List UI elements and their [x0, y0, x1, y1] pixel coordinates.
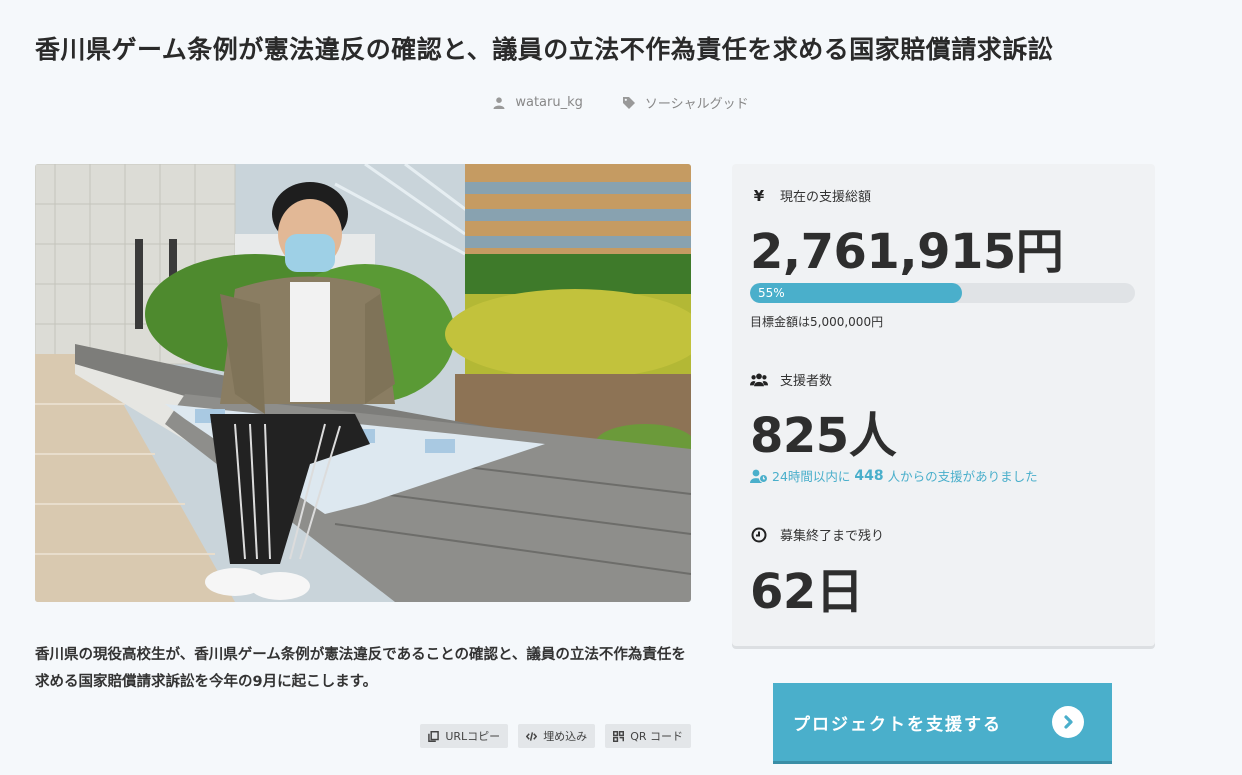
qr-label: QR コード: [630, 730, 683, 743]
supporters-label-row: 支援者数: [750, 370, 832, 389]
code-icon: [526, 731, 538, 741]
recent-count: 448: [854, 467, 884, 484]
chevron-right-circle-icon: [1052, 706, 1084, 738]
project-meta: wataru_kg ソーシャルグッド: [0, 93, 1242, 112]
support-button-label: プロジェクトを支援する: [793, 714, 1002, 735]
funding-progress-bar: 55%: [750, 283, 1135, 303]
user-icon: [493, 96, 505, 109]
recent-suffix: 人からの支援がありました: [887, 469, 1038, 484]
supporters-label: 支援者数: [780, 374, 833, 389]
url-copy-label: URLコピー: [445, 730, 501, 743]
progress-fill: 55%: [750, 283, 962, 303]
embed-label: 埋め込み: [543, 730, 588, 743]
remaining-value: 62日: [750, 564, 864, 620]
user-clock-icon: [750, 469, 768, 483]
support-project-button[interactable]: プロジェクトを支援する: [773, 683, 1112, 761]
category-link[interactable]: ソーシャルグッド: [622, 93, 749, 112]
category-name: ソーシャルグッド: [644, 97, 749, 112]
recent-supporters: 24時間以内に 448 人からの支援がありました: [750, 466, 1038, 485]
users-icon: [750, 371, 768, 389]
recent-prefix: 24時間以内に: [772, 469, 851, 484]
project-photo: [35, 164, 691, 602]
remaining-label: 募集終了まで残り: [780, 529, 885, 544]
supporters-value: 825人: [750, 408, 897, 464]
goal-amount: 目標金額は5,000,000円: [750, 315, 884, 329]
share-buttons: URLコピー 埋め込み QR コード: [420, 724, 691, 748]
embed-button[interactable]: 埋め込み: [518, 724, 596, 748]
qr-code-button[interactable]: QR コード: [605, 724, 691, 748]
project-title: 香川県ゲーム条例が憲法違反の確認と、議員の立法不作為責任を求める国家賠償請求訴訟: [35, 35, 1054, 64]
tag-icon: [622, 96, 635, 109]
author-name: wataru_kg: [515, 95, 583, 110]
project-image: [35, 164, 691, 602]
url-copy-button[interactable]: URLコピー: [420, 724, 509, 748]
remaining-label-row: 募集終了まで残り: [750, 525, 884, 544]
total-amount-label-row: ¥ 現在の支援総額: [750, 186, 872, 206]
total-amount-label: 現在の支援総額: [780, 190, 872, 205]
yen-icon: ¥: [753, 186, 765, 205]
qr-icon: [613, 730, 625, 742]
author-link[interactable]: wataru_kg: [493, 93, 583, 112]
project-description: 香川県の現役高校生が、香川県ゲーム条例が憲法違反であることの確認と、議員の立法不…: [35, 647, 686, 690]
copy-icon: [428, 730, 440, 742]
total-amount-value: 2,761,915円: [750, 224, 1064, 280]
stats-panel: ¥ 現在の支援総額 2,761,915円 55% 目標金額は5,000,000円…: [732, 164, 1155, 646]
clock-icon: [750, 526, 768, 544]
